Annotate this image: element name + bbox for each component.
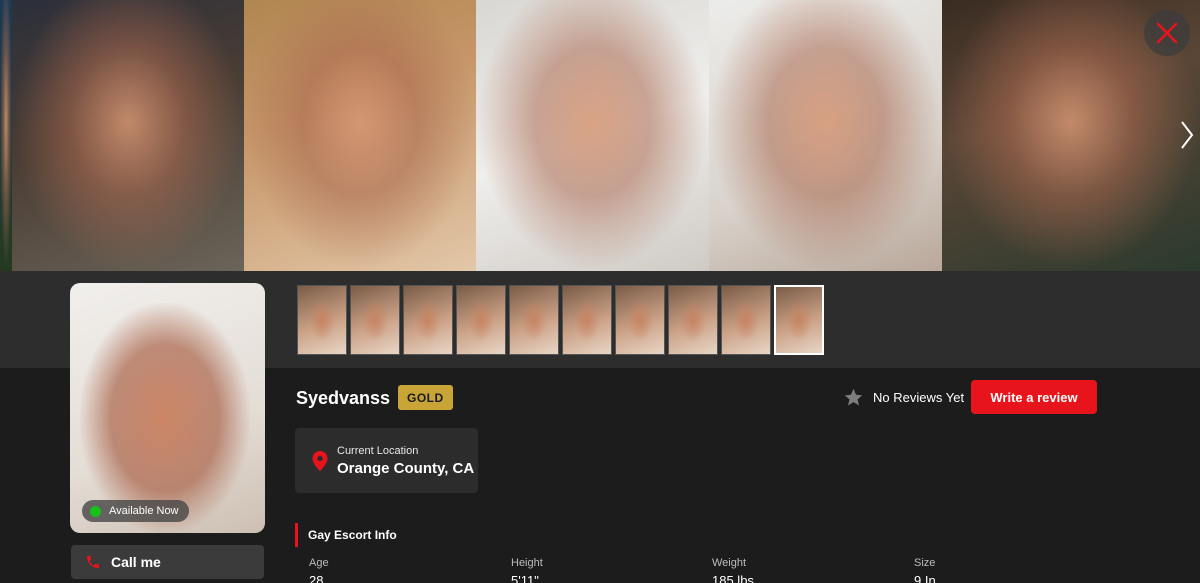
stat-value: 28 <box>309 573 324 583</box>
stat-value: 185 lbs <box>712 573 754 583</box>
star-icon <box>844 388 863 406</box>
thumbnail-strip <box>297 285 824 355</box>
profile-name: Syedvanss <box>296 388 391 408</box>
availability-badge: Available Now <box>82 500 189 522</box>
call-me-label: Call me <box>111 554 161 570</box>
stat-weight: Weight 185 lbs <box>712 557 754 583</box>
map-pin-icon <box>312 450 328 471</box>
stat-value: 5'11" <box>511 573 539 583</box>
close-icon <box>1156 22 1178 44</box>
gallery-photo[interactable] <box>12 0 244 271</box>
location-card: Current Location Orange County, CA <box>295 428 478 493</box>
profile-avatar[interactable] <box>70 283 265 533</box>
gallery-photo[interactable] <box>709 0 942 271</box>
gallery-thumbnail[interactable] <box>297 285 347 355</box>
reviews-status: No Reviews Yet <box>873 390 965 405</box>
call-me-button[interactable]: Call me <box>71 545 264 579</box>
location-label: Current Location <box>337 444 419 457</box>
location-text: Current Location Orange County, CA <box>337 445 474 477</box>
write-review-button[interactable]: Write a review <box>971 380 1097 414</box>
gallery-photo[interactable] <box>0 0 12 271</box>
stat-age: Age 28 <box>309 557 329 583</box>
close-gallery-button[interactable] <box>1144 10 1190 56</box>
gallery-thumbnail[interactable] <box>403 285 453 355</box>
gallery-thumbnail[interactable] <box>668 285 718 355</box>
gallery-thumbnail[interactable] <box>509 285 559 355</box>
phone-icon <box>87 556 99 568</box>
gallery-next-button[interactable] <box>1178 118 1196 152</box>
gallery-thumbnail[interactable] <box>562 285 612 355</box>
stat-label: Size <box>914 557 936 569</box>
stat-size: Size 9 In <box>914 557 936 583</box>
profile-page: Available Now Call me Syedvanss GOLD No … <box>0 0 1200 583</box>
photo-gallery <box>0 0 1200 271</box>
stat-label: Age <box>309 557 329 569</box>
section-accent-bar <box>295 523 298 547</box>
gallery-thumbnail[interactable] <box>721 285 771 355</box>
info-section-title: Gay Escort Info <box>308 528 397 542</box>
gallery-photo[interactable] <box>244 0 476 271</box>
stat-height: Height 5'11" <box>511 557 543 583</box>
stat-label: Height <box>511 557 543 569</box>
online-status-icon <box>90 505 101 517</box>
location-value: Orange County, CA <box>337 459 475 477</box>
gallery-thumbnail-active[interactable] <box>774 285 824 355</box>
reviews-summary: No Reviews Yet <box>843 387 964 408</box>
gallery-thumbnail[interactable] <box>350 285 400 355</box>
stat-value: 9 In <box>914 573 936 583</box>
gold-badge: GOLD <box>398 385 453 410</box>
stat-label: Weight <box>712 557 747 569</box>
gallery-thumbnail[interactable] <box>456 285 506 355</box>
gallery-thumbnail[interactable] <box>615 285 665 355</box>
availability-text: Available Now <box>109 505 179 517</box>
gallery-photo[interactable] <box>476 0 709 271</box>
chevron-right-icon <box>1181 121 1194 149</box>
